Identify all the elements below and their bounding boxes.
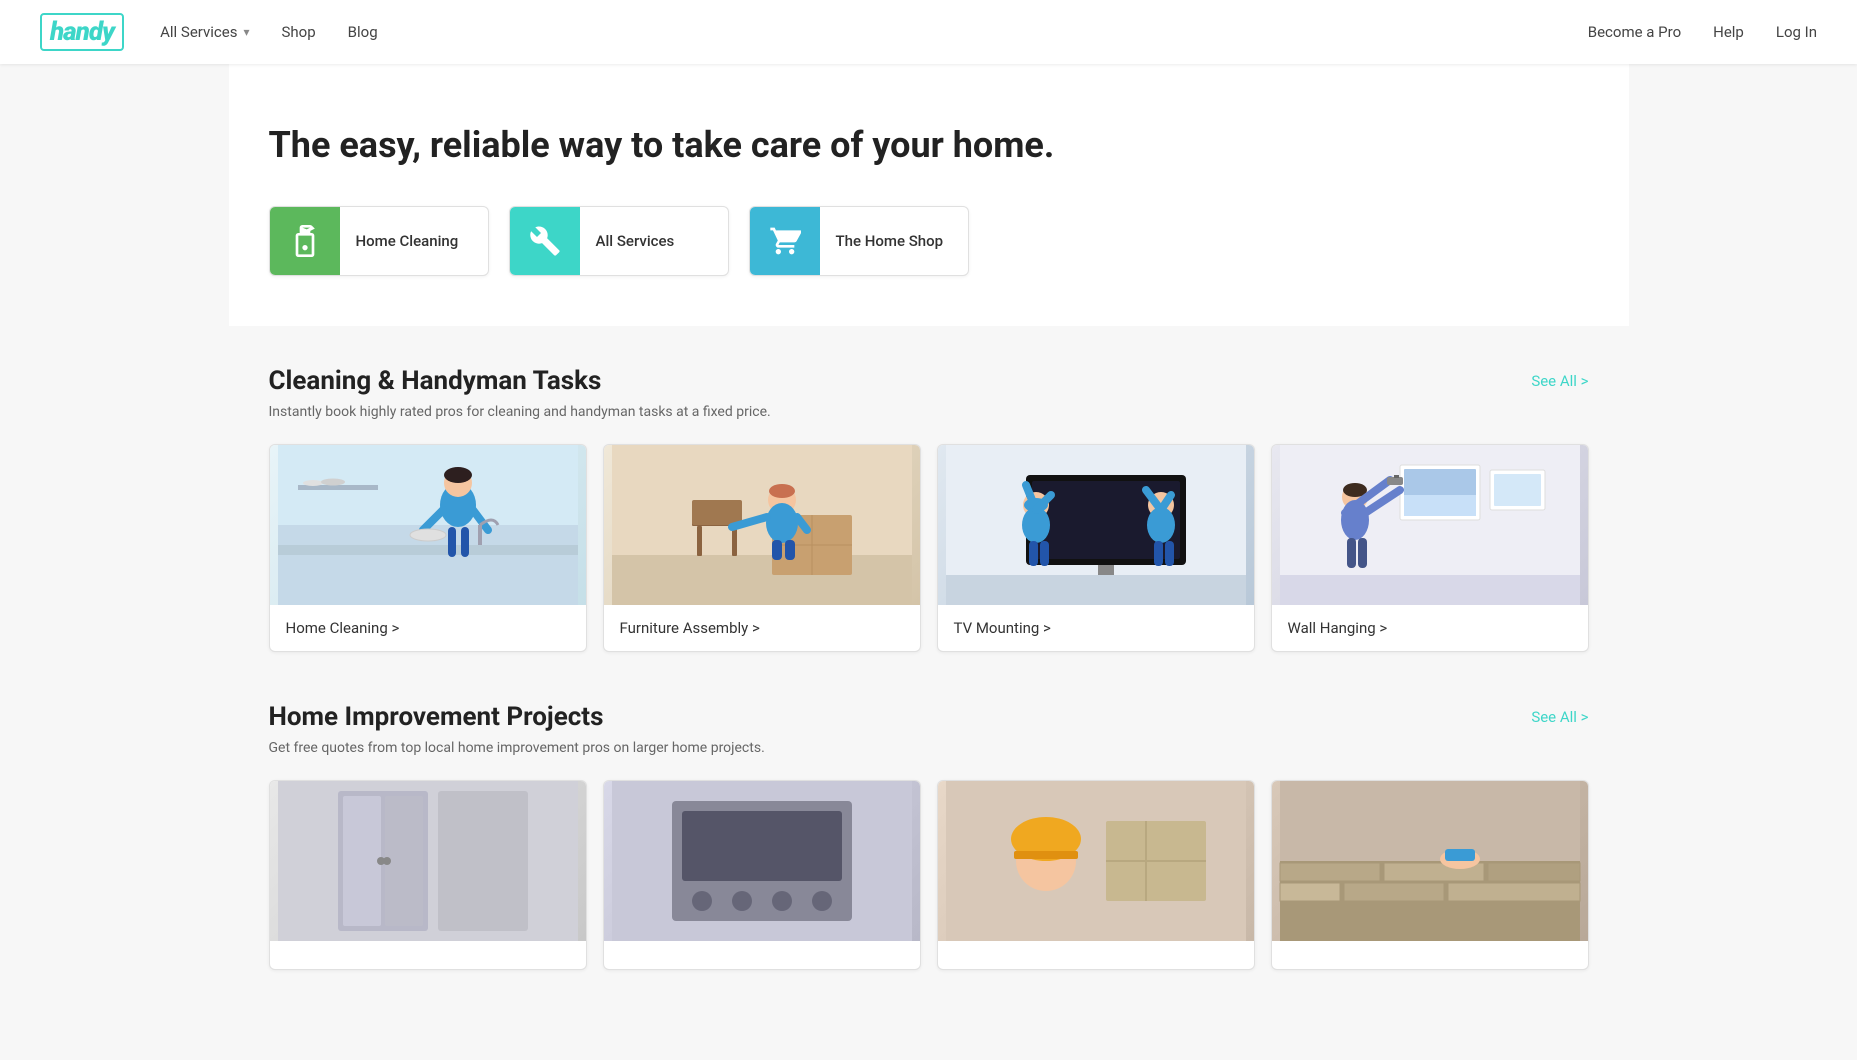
home-cleaning-photo bbox=[270, 445, 586, 605]
furniture-assembly-photo bbox=[604, 445, 920, 605]
cleaning-section-subtitle: Instantly book highly rated pros for cle… bbox=[269, 404, 1589, 420]
improvement-section-subtitle: Get free quotes from top local home impr… bbox=[269, 740, 1589, 756]
improvement-card-2[interactable] bbox=[603, 780, 921, 970]
furniture-assembly-service-card[interactable]: Furniture Assembly > bbox=[603, 444, 921, 652]
home-shop-label: The Home Shop bbox=[820, 232, 960, 250]
improvement-see-all-link[interactable]: See All > bbox=[1531, 708, 1588, 726]
spray-bottle-icon bbox=[289, 225, 321, 257]
nav-login[interactable]: Log In bbox=[1776, 23, 1817, 41]
improvement-scene-4 bbox=[1272, 781, 1588, 941]
improvement-card-label-3 bbox=[938, 941, 1254, 969]
improvement-photo-3 bbox=[938, 781, 1254, 941]
home-cleaning-label: Home Cleaning bbox=[340, 232, 475, 250]
home-cleaning-icon-box bbox=[270, 206, 340, 276]
cleaning-section-header: Cleaning & Handyman Tasks See All > bbox=[269, 366, 1589, 396]
improvement-scene-3 bbox=[938, 781, 1254, 941]
improvement-card-label-1 bbox=[270, 941, 586, 969]
tv-mounting-photo bbox=[938, 445, 1254, 605]
all-services-label: All Services bbox=[580, 232, 691, 250]
improvement-photo-4 bbox=[1272, 781, 1588, 941]
cart-icon bbox=[769, 225, 801, 257]
home-cleaning-scene bbox=[270, 445, 586, 605]
category-card-all-services[interactable]: All Services bbox=[509, 206, 729, 276]
nav-become-a-pro[interactable]: Become a Pro bbox=[1588, 23, 1681, 41]
improvement-service-cards bbox=[269, 780, 1589, 970]
chevron-down-icon: ▾ bbox=[243, 25, 249, 39]
hero-headline: The easy, reliable way to take care of y… bbox=[269, 124, 1589, 166]
logo[interactable]: handy bbox=[40, 17, 124, 47]
tv-mounting-scene bbox=[938, 445, 1254, 605]
home-cleaning-service-card[interactable]: Home Cleaning > bbox=[269, 444, 587, 652]
navigation: handy All Services ▾ Shop Blog Become a … bbox=[0, 0, 1857, 64]
improvement-section-header: Home Improvement Projects See All > bbox=[269, 702, 1589, 732]
wall-hanging-scene bbox=[1272, 445, 1588, 605]
tv-mounting-service-card[interactable]: TV Mounting > bbox=[937, 444, 1255, 652]
improvement-card-label-2 bbox=[604, 941, 920, 969]
wall-hanging-photo bbox=[1272, 445, 1588, 605]
all-services-icon-box bbox=[510, 206, 580, 276]
tv-mounting-card-label: TV Mounting > bbox=[938, 605, 1254, 651]
wall-hanging-card-label: Wall Hanging > bbox=[1272, 605, 1588, 651]
improvement-scene-2 bbox=[604, 781, 920, 941]
cleaning-see-all-link[interactable]: See All > bbox=[1531, 372, 1588, 390]
category-cards-container: Home Cleaning All Services The Home Shop bbox=[269, 206, 1589, 276]
improvement-card-label-4 bbox=[1272, 941, 1588, 969]
furniture-assembly-card-label: Furniture Assembly > bbox=[604, 605, 920, 651]
improvement-section-title: Home Improvement Projects bbox=[269, 702, 604, 732]
category-card-home-cleaning[interactable]: Home Cleaning bbox=[269, 206, 489, 276]
cleaning-section-title: Cleaning & Handyman Tasks bbox=[269, 366, 602, 396]
nav-shop[interactable]: Shop bbox=[281, 23, 315, 41]
improvement-card-3[interactable] bbox=[937, 780, 1255, 970]
category-card-home-shop[interactable]: The Home Shop bbox=[749, 206, 969, 276]
home-shop-icon-box bbox=[750, 206, 820, 276]
home-cleaning-card-label: Home Cleaning > bbox=[270, 605, 586, 651]
improvement-scene-1 bbox=[270, 781, 586, 941]
improvement-card-1[interactable] bbox=[269, 780, 587, 970]
nav-all-services[interactable]: All Services ▾ bbox=[160, 23, 249, 41]
nav-help[interactable]: Help bbox=[1713, 23, 1744, 41]
furniture-assembly-scene bbox=[604, 445, 920, 605]
improvement-card-4[interactable] bbox=[1271, 780, 1589, 970]
cleaning-service-cards: Home Cleaning > bbox=[269, 444, 1589, 652]
wrench-icon bbox=[529, 225, 561, 257]
improvement-photo-2 bbox=[604, 781, 920, 941]
improvement-photo-1 bbox=[270, 781, 586, 941]
wall-hanging-service-card[interactable]: Wall Hanging > bbox=[1271, 444, 1589, 652]
nav-blog[interactable]: Blog bbox=[348, 23, 378, 41]
